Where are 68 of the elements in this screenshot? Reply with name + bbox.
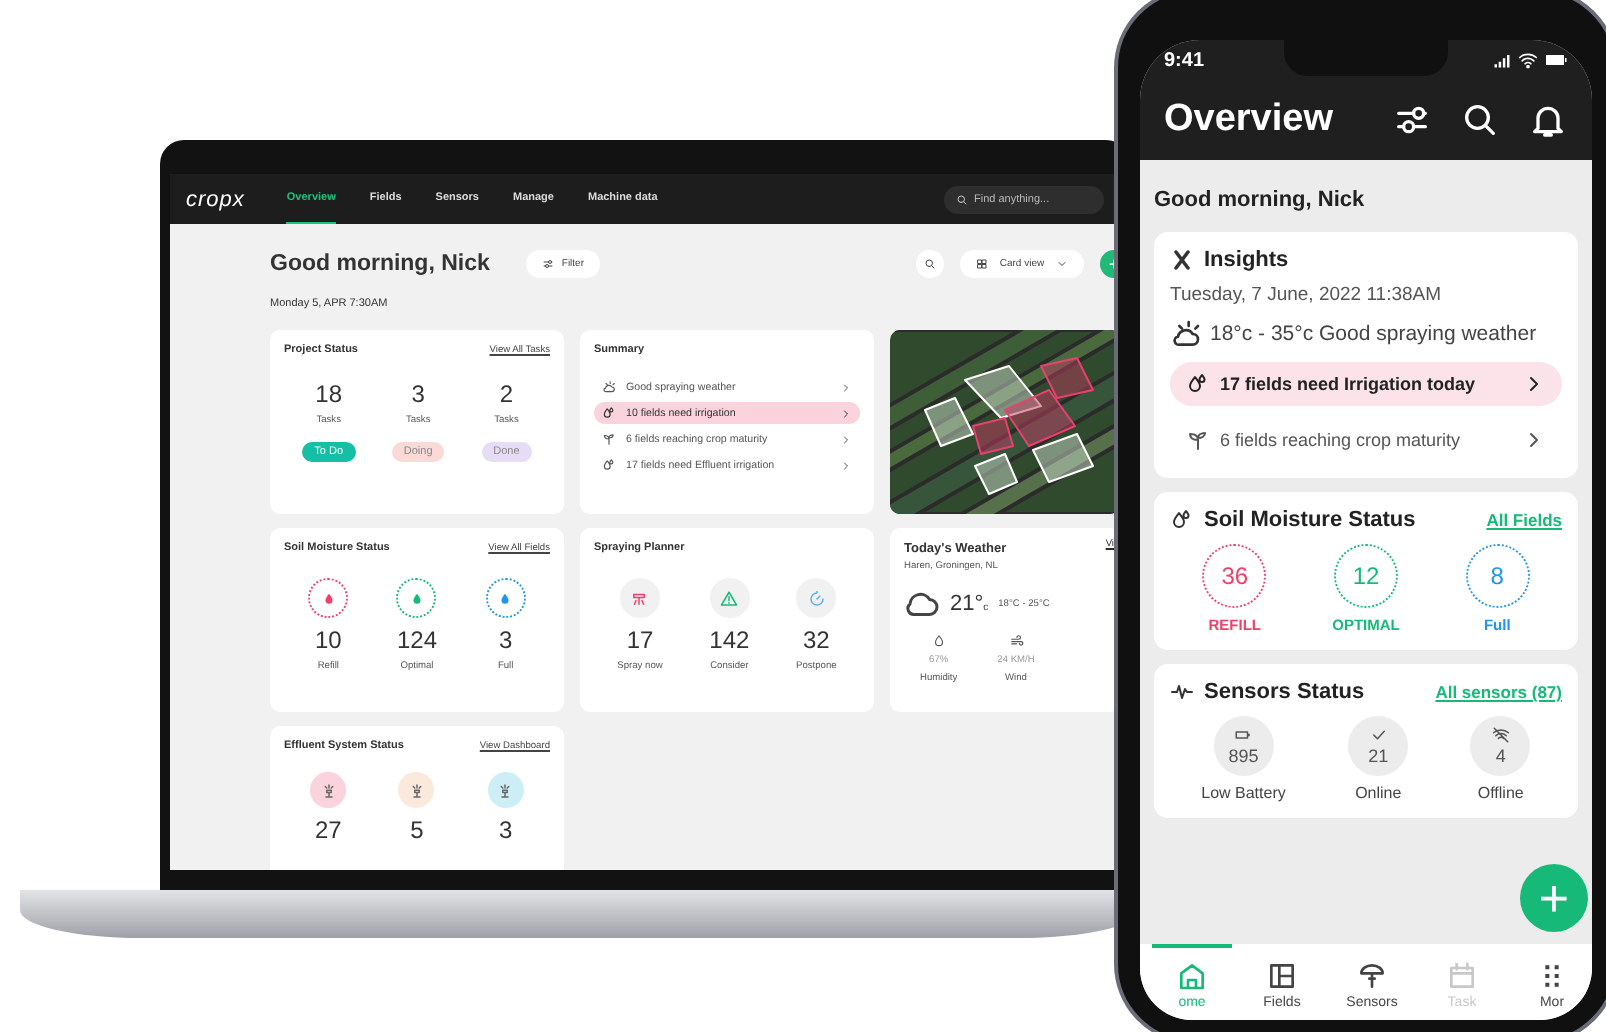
search-icon[interactable]	[1460, 100, 1500, 140]
chevron-icon	[840, 381, 852, 393]
drops-icon	[1170, 508, 1194, 532]
search-icon	[956, 193, 968, 205]
search-icon	[924, 258, 936, 270]
wifi-off-icon	[1491, 726, 1510, 744]
system-count: 3	[498, 816, 513, 844]
grid-icon	[976, 258, 988, 270]
cloud-sun-icon	[602, 380, 616, 394]
sprout-icon	[602, 432, 616, 446]
card-title: Soil Moisture Status	[1204, 508, 1416, 532]
sensor-count: 4	[1495, 746, 1506, 766]
field-count: 3	[498, 626, 513, 654]
check-icon	[1369, 726, 1388, 744]
timer-icon	[796, 578, 837, 618]
moisture-ring: 8	[1465, 544, 1530, 608]
x-logo-icon	[1170, 248, 1194, 272]
calendar-icon	[1446, 959, 1478, 991]
sensor-label: Online	[1355, 784, 1402, 802]
sensor-icon	[1356, 959, 1388, 991]
chevron-icon	[840, 407, 852, 419]
home-icon	[1176, 959, 1208, 991]
pulse-icon	[1170, 680, 1194, 704]
task-count: 3	[411, 380, 425, 408]
moisture-ring: 12	[1334, 544, 1398, 608]
sliders-icon	[541, 258, 554, 270]
signal-icon	[1492, 50, 1512, 70]
spray-count: 17	[626, 626, 654, 654]
card-title: Sensors Status	[1204, 680, 1365, 704]
spray-count: 142	[709, 626, 750, 654]
chevron-icon	[840, 459, 852, 471]
task-count: 18	[315, 380, 343, 408]
drops-icon	[1186, 372, 1210, 396]
greeting: Good morning, Nick	[1154, 188, 1367, 212]
sensor-label: Offline	[1477, 784, 1524, 802]
chevron-icon	[840, 433, 852, 445]
search-button[interactable]	[916, 250, 944, 278]
cloud-sun-icon	[1170, 318, 1202, 350]
insight-item[interactable]: 17 fields need Irrigation today	[1170, 362, 1562, 406]
date-text: Tuesday, 7 June, 2022 11:38AM	[1170, 284, 1444, 306]
caret-icon	[1055, 258, 1068, 270]
insight-item[interactable]: 6 fields reaching crop maturity	[1170, 418, 1562, 462]
system-count: 5	[410, 816, 424, 844]
spray-count: 32	[802, 626, 830, 654]
clock-time: 9:41	[1164, 49, 1205, 71]
wifi-icon	[1518, 50, 1538, 70]
fields-icon	[1266, 959, 1298, 991]
drops-icon	[602, 406, 616, 420]
task-count: 2	[499, 380, 514, 408]
sensor-label: Low Battery	[1201, 784, 1286, 802]
warning-icon	[709, 578, 750, 618]
moisture-ring: 36	[1202, 544, 1267, 608]
drop-icon	[931, 634, 946, 648]
sensor-count: 21	[1368, 746, 1389, 766]
battery-icon	[1234, 726, 1253, 744]
sprout-icon	[1186, 428, 1210, 452]
weather-text: 18°c - 35°c Good spraying weather	[1210, 322, 1537, 346]
sensor-count: 895	[1228, 746, 1259, 766]
drops-icon	[602, 458, 616, 472]
system-count: 27	[314, 816, 342, 844]
screen-title: Overview	[1164, 98, 1333, 142]
greeting: Good morning, Nick	[270, 252, 490, 276]
logo: cropx	[186, 187, 245, 211]
sprayer-icon	[619, 578, 660, 618]
field-count: 124	[396, 626, 437, 654]
card-title: Insights	[1204, 248, 1289, 272]
wind-icon	[1009, 634, 1023, 648]
field-count: 10	[314, 626, 342, 654]
